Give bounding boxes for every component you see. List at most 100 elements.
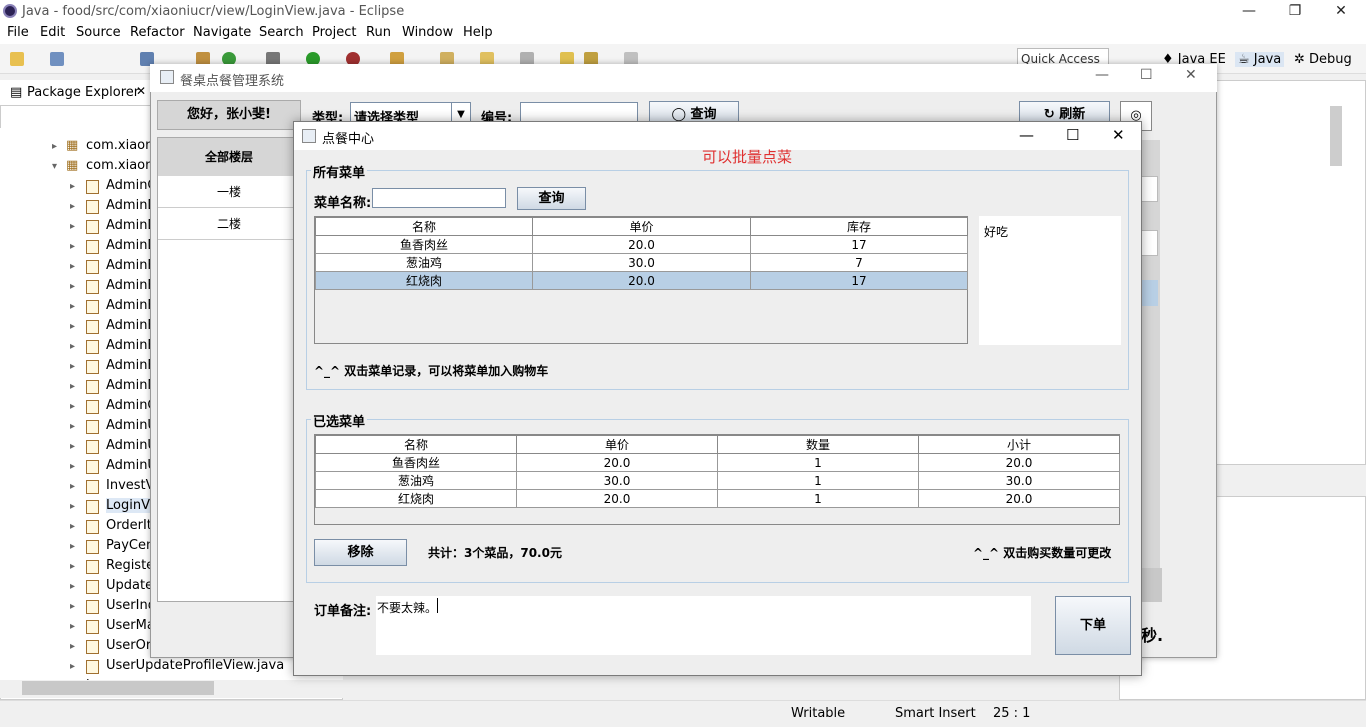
java-file-item[interactable]: LoginVi — [106, 498, 154, 513]
chevron-right-icon[interactable]: ▸ — [70, 201, 75, 212]
menu-query-button[interactable]: 查询 — [517, 187, 586, 210]
menu-run[interactable]: Run — [366, 25, 391, 40]
chevron-right-icon[interactable]: ▸ — [70, 481, 75, 492]
menu-project[interactable]: Project — [312, 25, 356, 40]
floor-item[interactable]: 一楼 — [158, 176, 300, 208]
table-row[interactable]: 葱油鸡 30.0 7 — [315, 253, 968, 272]
menu-source[interactable]: Source — [76, 25, 121, 40]
chevron-right-icon[interactable]: ▸ — [70, 241, 75, 252]
column-header-price[interactable]: 单价 — [516, 435, 718, 454]
perspective-debug[interactable]: ✲ Debug — [1294, 52, 1352, 67]
scrollbar-thumb[interactable] — [22, 681, 214, 695]
menu-name-label: 菜单名称: — [314, 196, 372, 211]
java-file-item[interactable]: UserUpdateProfileView.java — [106, 658, 284, 673]
chevron-right-icon[interactable]: ▸ — [70, 581, 75, 592]
main-close-icon[interactable]: ✕ — [1185, 67, 1197, 83]
cell-name: 葱油鸡 — [315, 471, 517, 490]
table-row-selected[interactable]: 红烧肉 20.0 17 — [315, 271, 968, 290]
chevron-right-icon[interactable]: ▸ — [70, 661, 75, 672]
chevron-right-icon[interactable]: ▸ — [70, 561, 75, 572]
chevron-right-icon[interactable]: ▸ — [70, 381, 75, 392]
selected-menu-legend: 已选菜单 — [311, 411, 368, 430]
chevron-right-icon[interactable]: ▸ — [70, 361, 75, 372]
java-file-item[interactable]: UserInd — [106, 598, 156, 613]
cell-quantity[interactable]: 1 — [717, 453, 919, 472]
chevron-right-icon[interactable]: ▸ — [70, 541, 75, 552]
chevron-right-icon[interactable]: ▸ — [70, 181, 75, 192]
chevron-right-icon[interactable]: ▸ — [70, 421, 75, 432]
menu-window[interactable]: Window — [402, 25, 453, 40]
menu-description-area[interactable]: 好吃 — [979, 216, 1121, 345]
menu-edit[interactable]: Edit — [40, 25, 65, 40]
cell-quantity[interactable]: 1 — [717, 471, 919, 490]
chevron-right-icon[interactable]: ▸ — [70, 521, 75, 532]
menu-help[interactable]: Help — [463, 25, 493, 40]
refresh-label: 刷新 — [1059, 107, 1086, 122]
menu-file[interactable]: File — [7, 25, 29, 40]
table-row[interactable]: 鱼香肉丝 20.0 1 20.0 — [315, 453, 1120, 472]
submit-order-button[interactable]: 下单 — [1055, 596, 1131, 655]
all-menu-hint: ^_^ 双击菜单记录，可以将菜单加入购物车 — [314, 364, 549, 378]
bg-strip — [1140, 568, 1162, 602]
table-row[interactable]: 鱼香肉丝 20.0 17 — [315, 235, 968, 254]
chevron-down-icon[interactable]: ▾ — [52, 161, 57, 172]
menu-search[interactable]: Search — [259, 25, 304, 40]
chevron-right-icon[interactable]: ▸ — [70, 401, 75, 412]
menu-refactor[interactable]: Refactor — [130, 25, 185, 40]
cell-quantity[interactable]: 1 — [717, 489, 919, 508]
minimize-icon[interactable]: — — [1226, 0, 1272, 24]
chevron-right-icon[interactable]: ▸ — [70, 341, 75, 352]
column-header-subtotal[interactable]: 小计 — [918, 435, 1120, 454]
chevron-right-icon[interactable]: ▸ — [70, 321, 75, 332]
table-row[interactable]: 红烧肉 20.0 1 20.0 — [315, 489, 1120, 508]
dialog-maximize-icon[interactable]: ☐ — [1066, 126, 1079, 144]
chevron-right-icon[interactable]: ▸ — [70, 261, 75, 272]
column-header-name[interactable]: 名称 — [315, 217, 533, 236]
java-file-item[interactable]: UserMa — [106, 618, 155, 633]
close-icon[interactable]: ✕ — [1318, 0, 1364, 24]
chevron-right-icon[interactable]: ▸ — [52, 141, 57, 152]
floor-item[interactable]: 二楼 — [158, 208, 300, 240]
column-header-name[interactable]: 名称 — [315, 435, 517, 454]
main-minimize-icon[interactable]: — — [1095, 67, 1109, 83]
cell-subtotal: 30.0 — [918, 471, 1120, 490]
chevron-right-icon[interactable]: ▸ — [70, 641, 75, 652]
main-maximize-icon[interactable]: ☐ — [1140, 67, 1153, 83]
cell-price: 20.0 — [532, 271, 751, 290]
menu-name-input[interactable] — [372, 188, 506, 208]
chevron-right-icon[interactable]: ▸ — [70, 301, 75, 312]
column-header-quantity[interactable]: 数量 — [717, 435, 919, 454]
chevron-right-icon[interactable]: ▸ — [70, 621, 75, 632]
save-icon[interactable] — [50, 52, 64, 66]
dialog-close-icon[interactable]: ✕ — [1112, 126, 1125, 144]
java-file-item[interactable]: AdminC — [106, 178, 157, 193]
restore-icon[interactable]: ❐ — [1272, 0, 1318, 24]
chevron-right-icon[interactable]: ▸ — [70, 281, 75, 292]
column-header-price[interactable]: 单价 — [532, 217, 751, 236]
java-file-icon — [86, 280, 99, 294]
java-file-item[interactable]: Registe — [106, 558, 154, 573]
chevron-right-icon[interactable]: ▸ — [70, 221, 75, 232]
outline-scroll-thumb[interactable] — [1330, 106, 1342, 166]
perspective-java[interactable]: ☕ Java — [1235, 52, 1285, 67]
bg-bottom-text: 秒. — [1141, 626, 1164, 645]
close-view-icon[interactable]: ✕ — [136, 84, 146, 98]
chevron-right-icon[interactable]: ▸ — [70, 501, 75, 512]
new-icon[interactable] — [10, 52, 24, 66]
floor-header[interactable]: 全部楼层 — [158, 138, 300, 176]
cell-stock: 17 — [750, 235, 968, 254]
chevron-right-icon[interactable]: ▸ — [70, 461, 75, 472]
menu-navigate[interactable]: Navigate — [193, 25, 251, 40]
eclipse-menubar: File Edit Source Refactor Navigate Searc… — [0, 24, 1366, 44]
java-file-icon — [86, 240, 99, 254]
horizontal-scrollbar[interactable] — [0, 680, 343, 698]
java-app-icon — [160, 70, 174, 84]
selected-hint: ^_^ 双击购买数量可更改 — [973, 546, 1112, 560]
table-row[interactable]: 葱油鸡 30.0 1 30.0 — [315, 471, 1120, 490]
dialog-minimize-icon[interactable]: — — [1019, 126, 1034, 144]
chevron-right-icon[interactable]: ▸ — [70, 601, 75, 612]
column-header-stock[interactable]: 库存 — [750, 217, 968, 236]
remove-button[interactable]: 移除 — [314, 539, 407, 566]
remark-textarea[interactable]: 不要太辣。 — [376, 596, 1031, 655]
chevron-right-icon[interactable]: ▸ — [70, 441, 75, 452]
